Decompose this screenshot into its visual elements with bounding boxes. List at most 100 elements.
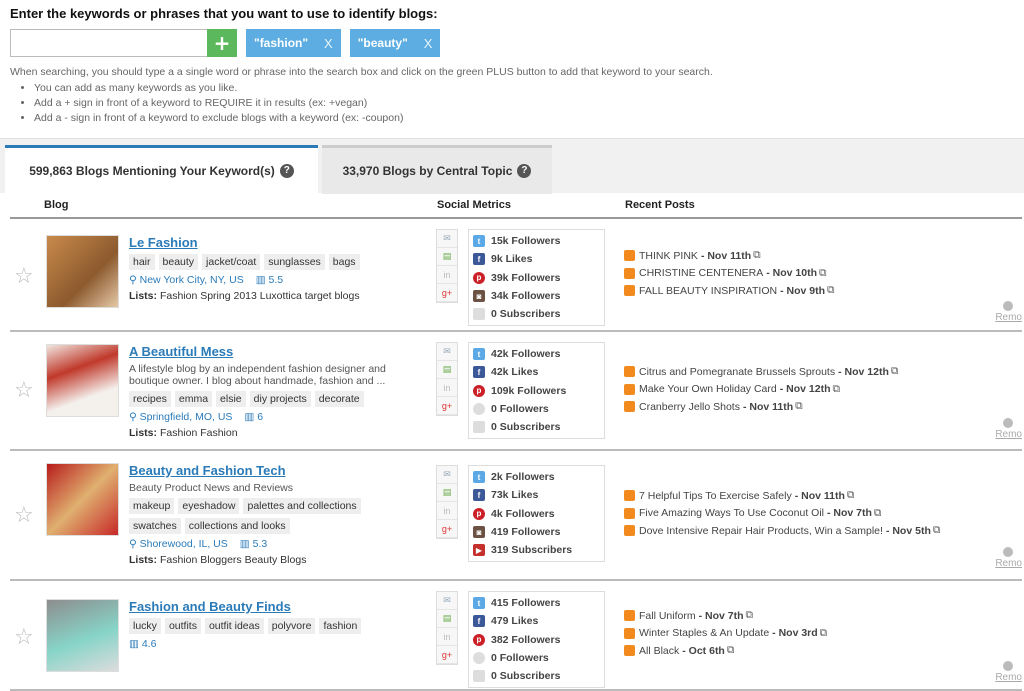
- blog-tag[interactable]: makeup: [129, 498, 175, 514]
- location-link[interactable]: ⚲ Springfield, MO, US: [129, 411, 232, 423]
- external-link-icon[interactable]: ⧉: [795, 400, 803, 413]
- post-title-link[interactable]: Cranberry Jello Shots: [639, 401, 740, 413]
- remove-keyword-button[interactable]: X: [324, 36, 333, 51]
- external-link-icon[interactable]: ⧉: [847, 489, 855, 502]
- email-icon[interactable]: ✉: [437, 343, 457, 361]
- favorite-star-icon[interactable]: ☆: [14, 625, 34, 650]
- metric-value: 479 Likes: [491, 615, 539, 628]
- post-title-link[interactable]: Citrus and Pomegranate Brussels Sprouts: [639, 366, 835, 378]
- email-icon[interactable]: ✉: [437, 466, 457, 484]
- google-plus-icon[interactable]: g+: [437, 646, 457, 664]
- external-link-icon[interactable]: ⧉: [753, 249, 761, 262]
- external-link-icon[interactable]: ⧉: [727, 644, 735, 657]
- favorite-star-icon[interactable]: ☆: [14, 378, 34, 403]
- help-tip: Add a + sign in front of a keyword to RE…: [34, 97, 1014, 109]
- remove-blog-link[interactable]: Remo: [995, 301, 1022, 323]
- google-plus-icon[interactable]: g+: [437, 284, 457, 302]
- blog-tag[interactable]: swatches: [129, 518, 181, 534]
- email-icon[interactable]: ✉: [437, 592, 457, 610]
- rss-feed-icon[interactable]: ▤: [437, 610, 457, 628]
- linkedin-icon[interactable]: in: [437, 379, 457, 397]
- remove-blog-link[interactable]: Remo: [995, 547, 1022, 569]
- remove-blog-link[interactable]: Remo: [995, 661, 1022, 683]
- post-title-link[interactable]: CHRISTINE CENTENERA: [639, 267, 763, 279]
- blog-thumbnail[interactable]: [46, 344, 119, 417]
- blog-tag[interactable]: sunglasses: [264, 254, 325, 270]
- blog-title-link[interactable]: Beauty and Fashion Tech: [129, 463, 399, 478]
- favorite-star-icon[interactable]: ☆: [14, 264, 34, 289]
- post-date: - Nov 7th: [827, 507, 872, 520]
- blog-tag[interactable]: bags: [328, 254, 360, 270]
- blog-tag[interactable]: lucky: [129, 618, 161, 634]
- external-link-icon[interactable]: ⧉: [933, 524, 941, 537]
- google-plus-icon[interactable]: g+: [437, 520, 457, 538]
- help-icon[interactable]: ?: [279, 164, 294, 178]
- external-link-icon[interactable]: ⧉: [833, 383, 841, 396]
- post-title-link[interactable]: Winter Staples & An Update: [639, 627, 769, 639]
- blog-tag[interactable]: recipes: [129, 391, 171, 407]
- blog-tag[interactable]: palettes and collections: [243, 498, 361, 514]
- blog-title-link[interactable]: Le Fashion: [129, 235, 399, 250]
- lists-value: Fashion Spring 2013 Luxottica target blo…: [159, 290, 360, 302]
- google-plus-icon[interactable]: g+: [437, 397, 457, 415]
- post-title-link[interactable]: Dove Intensive Repair Hair Products, Win…: [639, 525, 883, 537]
- post-title-link[interactable]: Five Amazing Ways To Use Coconut Oil: [639, 507, 824, 519]
- post-title-link[interactable]: FALL BEAUTY INSPIRATION: [639, 285, 777, 297]
- linkedin-icon[interactable]: in: [437, 628, 457, 646]
- facebook-icon: f: [473, 253, 485, 266]
- post-title-link[interactable]: Make Your Own Holiday Card: [639, 383, 777, 395]
- external-link-icon[interactable]: ⧉: [819, 267, 827, 280]
- blog-title-link[interactable]: Fashion and Beauty Finds: [129, 599, 399, 614]
- tab-central-topic[interactable]: 33,970 Blogs by Central Topic ?: [322, 145, 552, 194]
- post-title-link[interactable]: THINK PINK: [639, 250, 698, 262]
- blog-tag[interactable]: beauty: [158, 254, 199, 270]
- external-link-icon[interactable]: ⧉: [820, 627, 828, 640]
- blog-tag[interactable]: diy projects: [249, 391, 311, 407]
- rss-icon: [624, 383, 635, 395]
- linkedin-icon[interactable]: in: [437, 266, 457, 284]
- blog-tag[interactable]: decorate: [314, 391, 364, 407]
- blog-info: Beauty and Fashion Tech Beauty Product Ne…: [129, 463, 399, 566]
- blog-thumbnail[interactable]: [46, 235, 119, 308]
- blog-tag[interactable]: hair: [129, 254, 155, 270]
- remove-keyword-button[interactable]: X: [424, 36, 433, 51]
- blog-thumbnail[interactable]: [46, 463, 119, 536]
- blog-tag[interactable]: collections and looks: [184, 518, 290, 534]
- remove-label: Remo: [995, 558, 1022, 569]
- rss-icon: [624, 507, 635, 519]
- blog-tag[interactable]: jacket/coat: [202, 254, 261, 270]
- post-title-link[interactable]: All Black: [639, 645, 679, 657]
- blog-tag[interactable]: elsie: [216, 391, 246, 407]
- keyword-input[interactable]: [10, 29, 207, 57]
- blog-tag[interactable]: fashion: [319, 618, 362, 634]
- help-icon[interactable]: ?: [517, 164, 532, 178]
- rss-feed-icon[interactable]: ▤: [437, 361, 457, 379]
- favorite-star-icon[interactable]: ☆: [14, 503, 34, 528]
- blog-tag[interactable]: polyvore: [267, 618, 316, 634]
- location-link[interactable]: ⚲ Shorewood, IL, US: [129, 538, 228, 550]
- subscribers-icon: [473, 421, 485, 434]
- add-keyword-button[interactable]: +: [207, 29, 237, 57]
- linkedin-icon[interactable]: in: [437, 502, 457, 520]
- external-link-icon[interactable]: ⧉: [827, 284, 835, 297]
- external-link-icon[interactable]: ⧉: [874, 507, 882, 520]
- external-link-icon[interactable]: ⧉: [746, 609, 754, 622]
- rss-feed-icon[interactable]: ▤: [437, 484, 457, 502]
- blog-tag[interactable]: eyeshadow: [178, 498, 240, 514]
- rss-feed-icon[interactable]: ▤: [437, 248, 457, 266]
- blog-tag[interactable]: outfit ideas: [204, 618, 264, 634]
- blog-thumbnail[interactable]: [46, 599, 119, 672]
- recent-posts: 7 Helpful Tips To Exercise Safely - Nov 1…: [624, 487, 984, 540]
- blog-title-link[interactable]: A Beautiful Mess: [129, 344, 399, 359]
- blog-tag[interactable]: emma: [174, 391, 213, 407]
- email-icon[interactable]: ✉: [437, 230, 457, 248]
- location-link[interactable]: ⚲ New York City, NY, US: [129, 274, 244, 286]
- tab-keyword-mentions[interactable]: 599,863 Blogs Mentioning Your Keyword(s)…: [5, 145, 318, 194]
- post-title-link[interactable]: 7 Helpful Tips To Exercise Safely: [639, 490, 792, 502]
- post-title-link[interactable]: Fall Uniform: [639, 610, 696, 622]
- blog-tag[interactable]: outfits: [164, 618, 201, 634]
- remove-blog-link[interactable]: Remo: [995, 418, 1022, 440]
- post-date: - Nov 7th: [698, 609, 744, 622]
- search-help: When searching, you should type a a sing…: [10, 66, 1014, 124]
- external-link-icon[interactable]: ⧉: [891, 365, 899, 378]
